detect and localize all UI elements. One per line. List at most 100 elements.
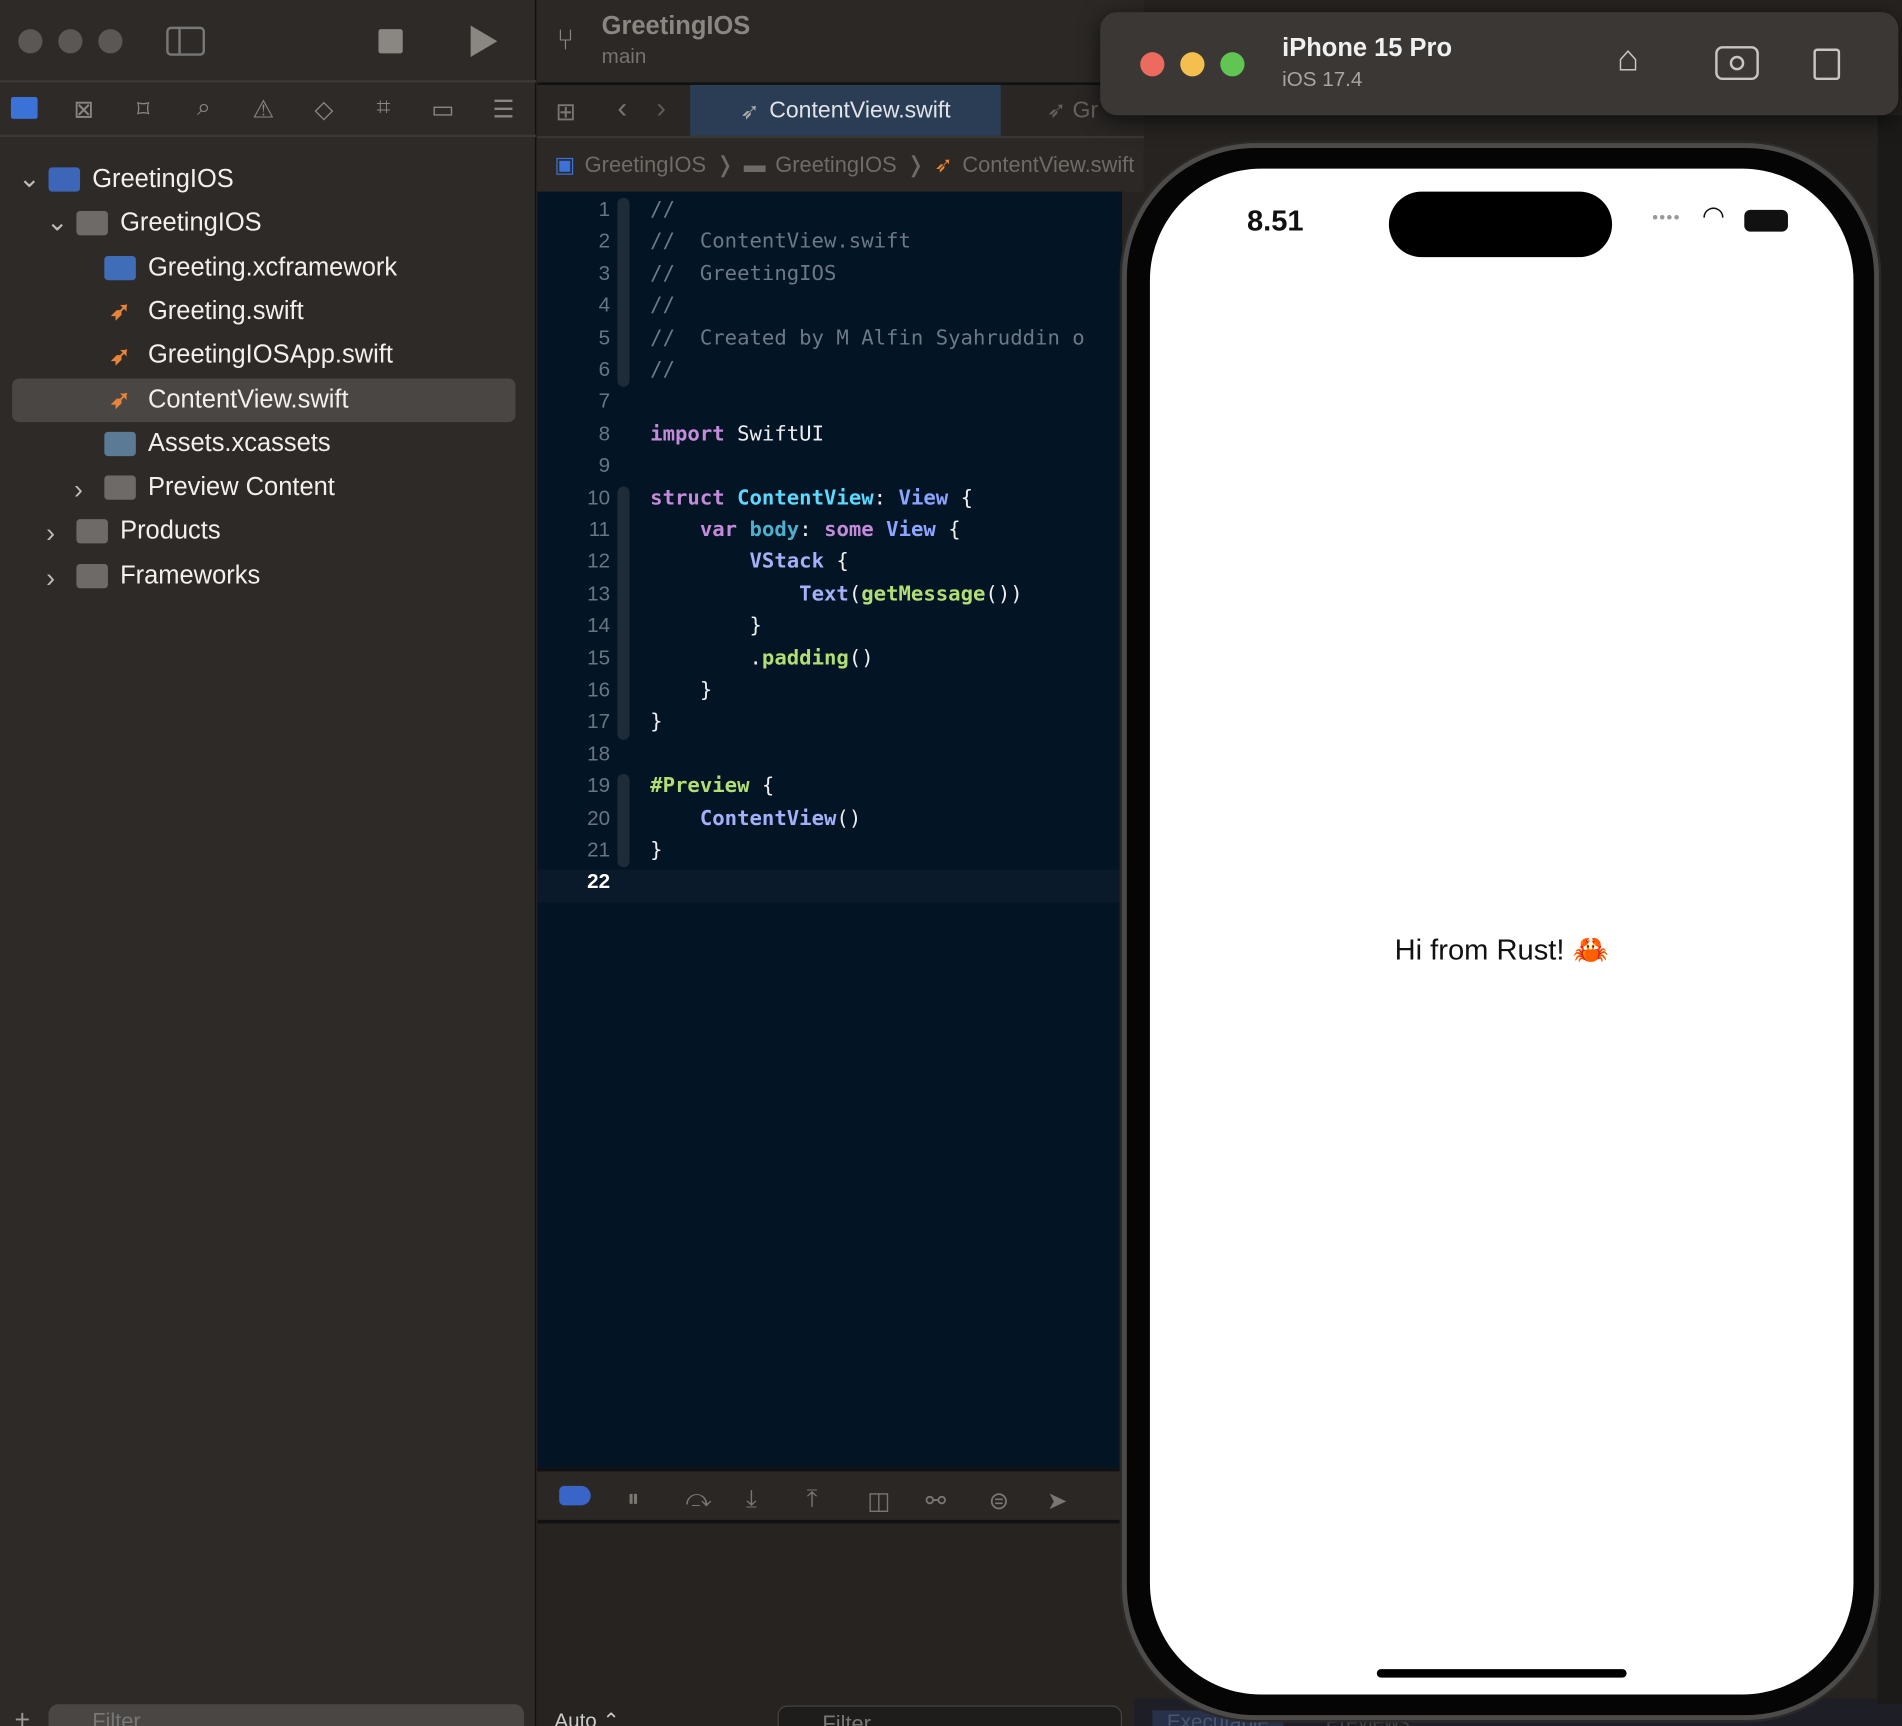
scheme-title[interactable]: GreetingIOS — [602, 12, 751, 41]
breadcrumb-item[interactable]: ContentView.swift — [962, 152, 1134, 177]
code-token: { — [824, 549, 849, 575]
code-token: } — [650, 710, 663, 735]
tree-item[interactable]: ➶ Greeting.swift — [104, 290, 304, 334]
back-icon[interactable]: ‹ — [617, 92, 627, 126]
chevron-down-icon[interactable]: ⌄ — [18, 163, 40, 195]
tree-item[interactable]: Frameworks — [76, 554, 260, 598]
code-line: } — [650, 614, 761, 638]
filter-placeholder: Filter — [92, 1709, 141, 1726]
chevron-down-icon[interactable]: ⌄ — [46, 207, 68, 239]
tree-item-label: Greeting.swift — [147, 297, 304, 325]
line-number: 16 — [587, 678, 611, 702]
code-line: // — [650, 294, 675, 318]
device-screen[interactable]: 8.51 •••• ◠ Hi from Rust! 🦀 — [1149, 168, 1854, 1695]
code-fold-ribbon[interactable] — [617, 485, 630, 740]
chevron-right-icon[interactable]: › — [74, 474, 83, 506]
search-icon[interactable]: ⌕ — [188, 95, 220, 123]
line-number: 5 — [598, 325, 611, 349]
code-fold-ribbon[interactable] — [617, 197, 630, 388]
code-fold-ribbon[interactable] — [617, 774, 630, 868]
chevron-right-icon[interactable]: › — [46, 518, 55, 550]
xcode-window: ⊠ ⌑ ⌕ ⚠ ◇ ⌗ ▭ ☰ GreetingIOS ⌄ GreetingIOS ⌄… — [0, 0, 1902, 1726]
code-token: // ContentView.swift — [650, 229, 911, 254]
line-number: 10 — [587, 485, 611, 509]
console-filter-input[interactable]: Filter — [777, 1705, 1123, 1726]
breakpoint-icon[interactable]: ▭ — [427, 95, 459, 125]
simulator-zoom-button[interactable] — [1220, 52, 1245, 77]
pause-icon[interactable]: ⏸ — [627, 1486, 639, 1514]
code-editor[interactable]: 1 // 2 // ContentView.swift 3 // GreetingIOS 4… — [537, 191, 1123, 1468]
status-time: 8.51 — [1246, 204, 1304, 238]
view-hierarchy-icon[interactable]: ◫ — [867, 1486, 890, 1516]
tree-item[interactable]: Assets.xcassets — [104, 422, 331, 466]
tree-item[interactable]: Greeting.xcframework — [104, 246, 397, 290]
test-icon[interactable]: ◇ — [308, 95, 340, 125]
grid-icon[interactable]: ⊞ — [556, 97, 576, 127]
tree-item[interactable]: ➶ ContentView.swift — [12, 377, 516, 422]
play-icon[interactable] — [470, 25, 498, 58]
code-line: } — [650, 838, 662, 862]
simulator-minimize-button[interactable] — [1180, 52, 1205, 77]
code-token: // GreetingIOS — [650, 261, 837, 287]
tab-contentview[interactable]: ➶ ContentView.swift — [690, 84, 1001, 139]
code-token: } — [650, 678, 713, 703]
memory-graph-icon[interactable]: ⚯ — [926, 1486, 946, 1516]
minimize-window-button[interactable] — [58, 29, 83, 54]
stop-icon[interactable] — [378, 29, 403, 54]
close-window-button[interactable] — [18, 29, 43, 54]
debug-icon[interactable]: ⌗ — [368, 95, 400, 123]
code-token: SwiftUI — [724, 421, 825, 447]
variables-scope-select[interactable]: Auto ⌃ — [554, 1709, 619, 1726]
tab-label: ContentView.swift — [769, 98, 951, 124]
line-number: 15 — [587, 646, 611, 670]
source-control-icon[interactable]: ⊠ — [68, 95, 100, 125]
code-line: VStack { — [650, 550, 849, 574]
code-token: body — [749, 517, 800, 543]
location-icon[interactable]: ➤ — [1047, 1486, 1067, 1516]
forward-icon[interactable]: › — [656, 92, 666, 126]
folder-icon — [76, 211, 108, 236]
code-token: VStack — [749, 549, 825, 575]
report-icon[interactable]: ☰ — [488, 95, 520, 125]
step-over-icon[interactable]: ⤼ — [685, 1486, 711, 1514]
tree-item[interactable]: Preview Content — [104, 466, 335, 510]
tree-item-label: Frameworks — [120, 561, 261, 590]
breadcrumb-item[interactable]: GreetingIOS — [585, 152, 706, 177]
navigator-filter-input[interactable]: Filter — [48, 1704, 525, 1726]
code-token: ( — [848, 581, 862, 607]
home-indicator[interactable] — [1376, 1669, 1627, 1678]
simulator-close-button[interactable] — [1140, 52, 1165, 77]
line-number: 21 — [587, 838, 611, 862]
step-into-icon[interactable]: ⤓ — [746, 1486, 757, 1514]
breadcrumb-item[interactable]: GreetingIOS — [775, 152, 896, 177]
tab-bar: ⊞ ‹ › ➶ ContentView.swift ➶ Gr — [537, 82, 1144, 139]
screenshot-icon[interactable] — [1715, 46, 1759, 81]
rotate-icon[interactable] — [1813, 48, 1841, 81]
branch-icon: ⑂ — [556, 24, 575, 58]
filter-placeholder: Filter — [822, 1711, 871, 1726]
device-name: iPhone 15 Pro — [1282, 33, 1453, 62]
folder-icon[interactable] — [10, 97, 38, 119]
zoom-window-button[interactable] — [98, 29, 123, 54]
tree-item[interactable]: ➶ GreetingIOSApp.swift — [104, 334, 393, 378]
code-token: { — [935, 517, 961, 543]
step-out-icon[interactable]: ⤒ — [807, 1486, 818, 1514]
current-line-highlight — [537, 870, 1123, 903]
code-line: // Created by M Alfin Syahruddin o — [650, 326, 1085, 350]
chevron-right-icon[interactable]: › — [46, 562, 55, 594]
warning-icon[interactable]: ⚠ — [247, 95, 279, 125]
breakpoints-toggle-icon[interactable] — [559, 1485, 591, 1506]
tree-item[interactable]: Products — [76, 510, 221, 554]
tab-other[interactable]: ➶ Gr — [1047, 97, 1098, 125]
bookmark-icon[interactable]: ⌑ — [127, 95, 159, 125]
add-icon[interactable]: + — [15, 1704, 31, 1726]
environment-icon[interactable]: ⊜ — [989, 1486, 1009, 1516]
home-icon[interactable]: ⌂ — [1617, 39, 1639, 80]
debug-console: Auto ⌃ Filter — [537, 1523, 1123, 1726]
tree-item[interactable]: GreetingIOS — [76, 202, 262, 246]
code-line: // — [650, 358, 675, 382]
tree-item[interactable]: GreetingIOS — [48, 158, 234, 202]
sidebar-toggle-icon[interactable] — [166, 26, 205, 56]
